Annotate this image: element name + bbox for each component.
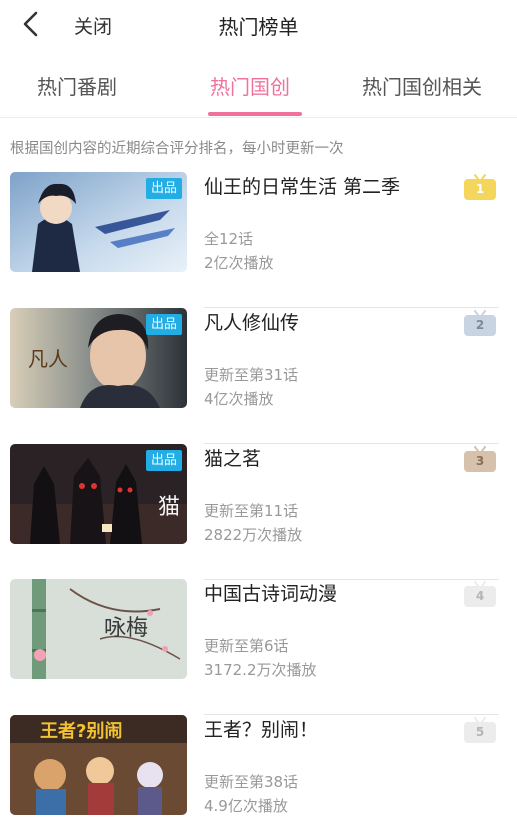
rank-number: 3 (475, 454, 485, 468)
play-count: 4亿次播放 (204, 390, 274, 408)
item-title[interactable]: 中国古诗词动漫 (204, 579, 337, 606)
play-count: 4.9亿次播放 (204, 797, 288, 815)
produced-badge: 出品 (145, 314, 182, 335)
rank-badge: 4 (463, 581, 497, 608)
cover-image[interactable]: 咏梅 (10, 579, 187, 679)
list-item[interactable]: 王者?别闹 王者？别闹！ 更新至第38话 4.9亿次播放 5 (0, 715, 517, 821)
episode-count: 更新至第6话 (204, 637, 289, 655)
item-title[interactable]: 凡人修仙传 (204, 308, 299, 335)
svg-text:咏梅: 咏梅 (104, 616, 148, 641)
list-item[interactable]: 凡人 出品 凡人修仙传 更新至第31话 4亿次播放 2 (0, 308, 517, 444)
rank-badge: 1 (463, 174, 497, 201)
episode-count: 更新至第38话 (204, 773, 299, 791)
cover-image[interactable]: 王者?别闹 (10, 715, 187, 815)
svg-text:猫: 猫 (158, 495, 180, 520)
rank-number: 2 (475, 318, 485, 332)
svg-text:王者?别闹: 王者?别闹 (40, 721, 122, 742)
cover-image[interactable]: 猫 出品 (10, 444, 187, 544)
tab-hot-guochuang[interactable]: 热门国创 (210, 71, 290, 100)
episode-count: 全12话 (204, 230, 254, 248)
play-count: 2亿次播放 (204, 254, 274, 272)
episode-count: 更新至第31话 (204, 366, 299, 384)
play-count: 2822万次播放 (204, 526, 303, 544)
tab-bar: 热门番剧 热门国创 热门国创相关 (0, 58, 517, 118)
list-item[interactable]: 出品 仙王的日常生活 第二季 全12话 2亿次播放 1 (0, 172, 517, 308)
ranking-description: 根据国创内容的近期综合评分排名，每小时更新一次 (10, 141, 344, 157)
produced-badge: 出品 (145, 178, 182, 199)
play-count: 3172.2万次播放 (204, 661, 317, 679)
rank-badge: 3 (463, 446, 497, 473)
page-title: 热门榜单 (218, 15, 299, 39)
top-bar: 关闭 热门榜单 (0, 0, 517, 48)
list-item[interactable]: 咏梅 中国古诗词动漫 更新至第6话 3172.2万次播放 4 (0, 579, 517, 715)
item-title[interactable]: 王者？别闹！ (204, 715, 318, 742)
cover-image[interactable]: 凡人 出品 (10, 308, 187, 408)
rank-badge: 5 (463, 717, 497, 744)
cover-image[interactable]: 出品 (10, 172, 187, 272)
episode-count: 更新至第11话 (204, 502, 299, 520)
produced-badge: 出品 (145, 450, 182, 471)
rank-number: 5 (475, 725, 485, 739)
active-tab-indicator (208, 112, 302, 116)
rank-badge: 2 (463, 310, 497, 337)
item-title[interactable]: 猫之茗 (204, 444, 261, 471)
item-title[interactable]: 仙王的日常生活 第二季 (204, 172, 400, 199)
rank-number: 4 (475, 589, 485, 603)
tab-hot-anime[interactable]: 热门番剧 (37, 71, 117, 100)
svg-text:凡人: 凡人 (28, 347, 68, 371)
tab-hot-guochuang-related[interactable]: 热门国创相关 (362, 71, 482, 100)
list-item[interactable]: 猫 出品 猫之茗 更新至第11话 2822万次播放 3 (0, 444, 517, 580)
rank-number: 1 (475, 182, 485, 196)
